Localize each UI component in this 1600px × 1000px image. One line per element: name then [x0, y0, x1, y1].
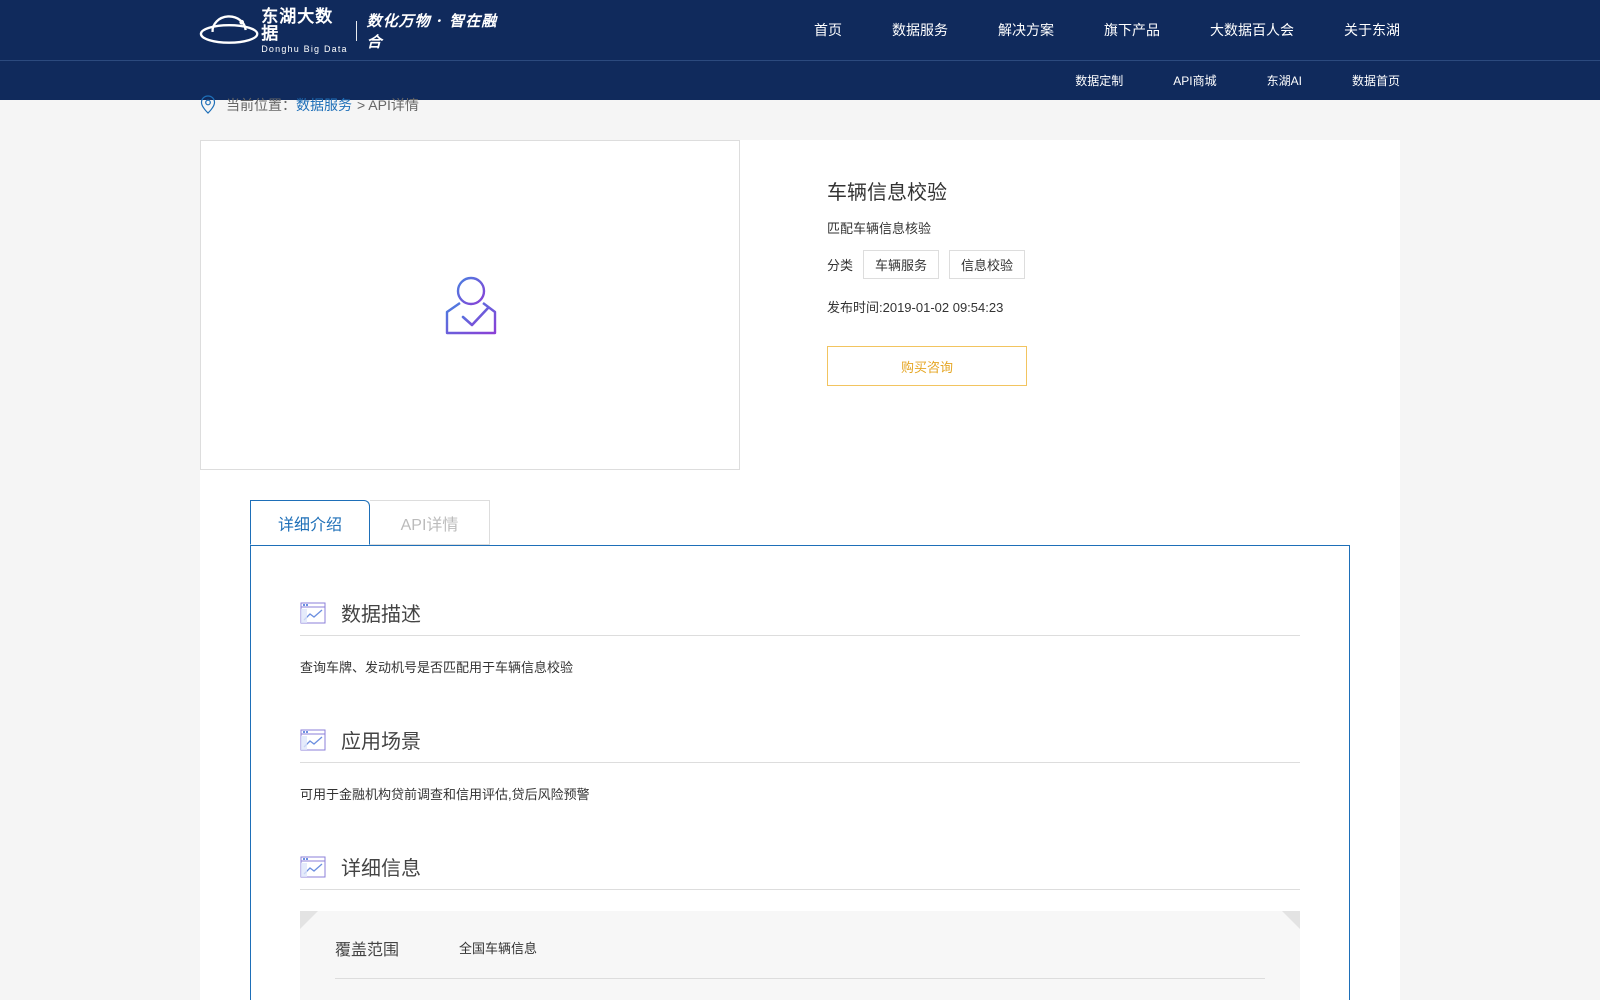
nav-solutions[interactable]: 解决方案 — [998, 20, 1054, 40]
section-header: 详细信息 — [300, 850, 1300, 890]
detail-table: 覆盖范围 全国车辆信息 更新频率 其他 — [300, 911, 1300, 1000]
section-details: 详细信息 — [300, 850, 1300, 890]
section-header: 数据描述 — [300, 596, 1300, 636]
section-data-description: 数据描述 查询车牌、发动机号是否匹配用于车辆信息校验 — [300, 596, 1300, 676]
breadcrumb-link-data-services[interactable]: 数据服务 — [296, 95, 352, 115]
section-title: 详细信息 — [341, 858, 421, 880]
sub-nav: 数据定制 API商城 东湖AI 数据首页 — [1025, 61, 1400, 100]
logo-text: 东湖大数据 Donghu Big Data — [261, 8, 348, 54]
section-title: 数据描述 — [341, 604, 421, 626]
chart-window-icon — [300, 602, 326, 623]
planet-logo-icon — [199, 15, 259, 44]
nav-home[interactable]: 首页 — [814, 20, 842, 40]
row-key: 覆盖范围 — [335, 941, 400, 959]
product-info: 车辆信息校验 匹配车辆信息核验 分类 车辆服务 信息校验 发布时间:2019-0… — [827, 176, 1027, 386]
breadcrumb-prefix: 当前位置： — [226, 97, 296, 113]
main-nav: 首页 数据服务 解决方案 旗下产品 大数据百人会 关于东湖 — [764, 0, 1400, 60]
logo-divider — [355, 21, 357, 41]
section-text: 查询车牌、发动机号是否匹配用于车辆信息校验 — [300, 660, 574, 675]
product-image — [200, 140, 740, 470]
tag-info-verify[interactable]: 信息校验 — [949, 250, 1026, 279]
chart-window-icon — [300, 729, 326, 750]
product-categories: 分类 车辆服务 信息校验 — [827, 250, 1027, 279]
tab-api-details[interactable]: API详情 — [370, 500, 490, 545]
row-value: 全国车辆信息 — [459, 941, 538, 956]
tag-vehicle-service[interactable]: 车辆服务 — [863, 250, 940, 279]
category-label: 分类 — [827, 258, 854, 273]
nav-big-data-club[interactable]: 大数据百人会 — [1210, 20, 1294, 40]
product-panel: 车辆信息校验 匹配车辆信息核验 分类 车辆服务 信息校验 发布时间:2019-0… — [200, 140, 1400, 470]
subnav-api-mall[interactable]: API商城 — [1173, 72, 1216, 89]
tab-introduction[interactable]: 详细介绍 — [250, 500, 370, 545]
logo-en: Donghu Big Data — [261, 44, 348, 54]
subnav-data-custom[interactable]: 数据定制 — [1075, 72, 1123, 89]
table-row: 覆盖范围 全国车辆信息 — [335, 917, 1265, 979]
nav-products[interactable]: 旗下产品 — [1104, 20, 1160, 40]
buy-consult-button[interactable]: 购买咨询 — [827, 346, 1027, 386]
table-row: 更新频率 其他 — [335, 979, 1265, 1000]
nav-about[interactable]: 关于东湖 — [1344, 20, 1400, 40]
location-pin-icon — [200, 95, 216, 114]
tab-content: 数据描述 查询车牌、发动机号是否匹配用于车辆信息校验 应用场景 可用于金融机构贷… — [250, 545, 1350, 1000]
product-title: 车辆信息校验 — [827, 182, 947, 204]
section-header: 应用场景 — [300, 723, 1300, 763]
top-header: 东湖大数据 Donghu Big Data 数化万物 · 智在融合 首页 数据服… — [0, 0, 1600, 60]
product-subtitle: 匹配车辆信息核验 — [827, 221, 932, 236]
user-check-icon — [445, 276, 497, 335]
section-title: 应用场景 — [341, 731, 421, 753]
breadcrumb-current: > API详情 — [357, 97, 419, 113]
subnav-donghu-ai[interactable]: 东湖AI — [1267, 72, 1302, 89]
section-scenario: 应用场景 可用于金融机构贷前调查和信用评估,贷后风险预警 — [300, 723, 1300, 803]
nav-data-services[interactable]: 数据服务 — [892, 20, 948, 40]
detail-tabs: 详细介绍 API详情 — [250, 500, 490, 545]
table-corner-decoration — [1282, 911, 1300, 929]
subnav-data-home[interactable]: 数据首页 — [1352, 72, 1400, 89]
logo-cn: 东湖大数据 — [261, 7, 334, 43]
chart-window-icon — [300, 856, 326, 877]
section-text: 可用于金融机构贷前调查和信用评估,贷后风险预警 — [300, 787, 590, 802]
publish-time: 发布时间:2019-01-02 09:54:23 — [827, 300, 1004, 315]
detail-area: 详细介绍 API详情 数据描述 查询车牌、发动机号是否匹配用于车辆信息校验 应用… — [200, 470, 1400, 1000]
table-corner-decoration — [300, 911, 318, 929]
site-logo[interactable]: 东湖大数据 Donghu Big Data 数化万物 · 智在融合 — [199, 8, 509, 54]
logo-slogan: 数化万物 · 智在融合 — [366, 12, 498, 51]
breadcrumb: 当前位置： 数据服务 > API详情 — [200, 94, 419, 116]
